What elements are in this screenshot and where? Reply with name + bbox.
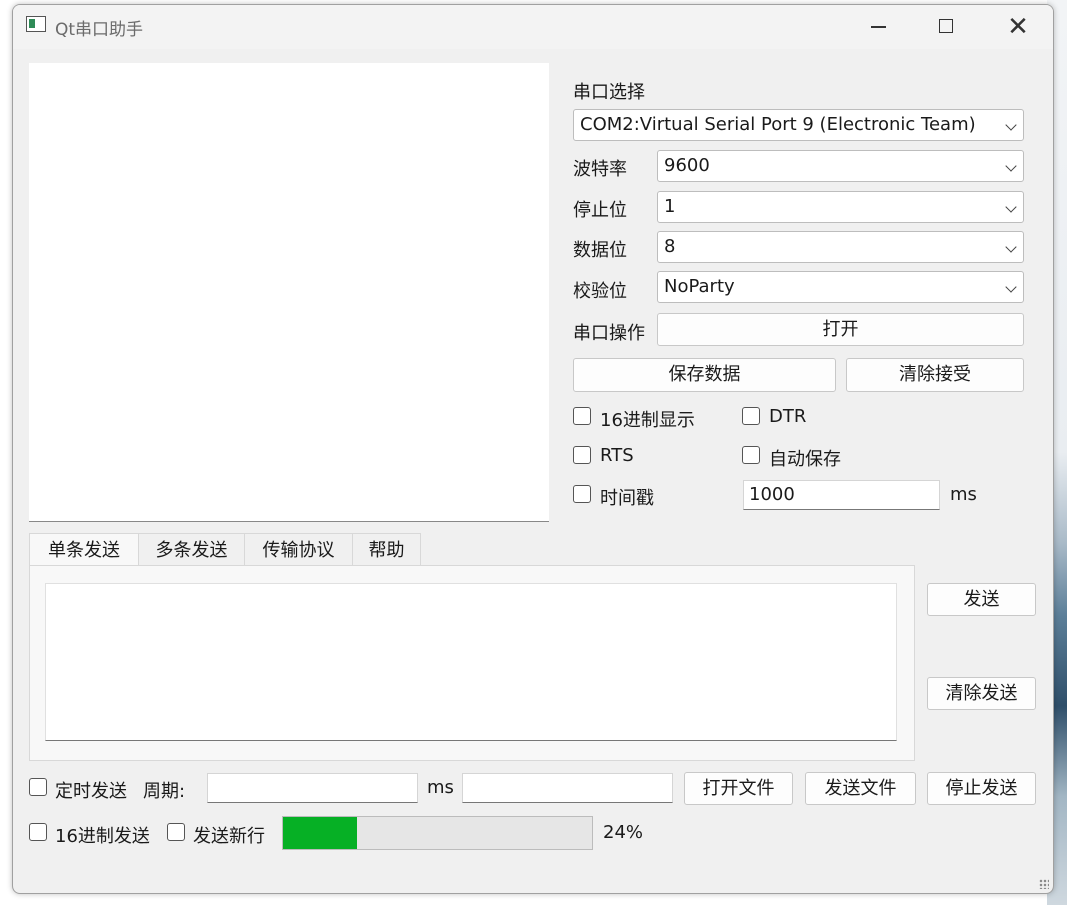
timestamp-interval-input[interactable]: 1000 <box>743 480 940 510</box>
port-select-label: 串口选择 <box>573 82 645 103</box>
file-path-input[interactable] <box>462 773 673 803</box>
timestamp-unit-label: ms <box>950 484 977 505</box>
window-title: Qt串口助手 <box>55 20 144 40</box>
auto-save-label: 自动保存 <box>769 449 841 470</box>
stop-send-button[interactable]: 停止发送 <box>927 772 1036 805</box>
maximize-button[interactable] <box>911 5 981 49</box>
hex-display-label: 16进制显示 <box>600 410 695 431</box>
clear-send-button[interactable]: 清除发送 <box>927 677 1036 710</box>
chevron-down-icon <box>1005 201 1017 213</box>
chevron-down-icon <box>1005 281 1017 293</box>
dtr-label: DTR <box>769 406 807 427</box>
timestamp-label: 时间戳 <box>600 488 654 509</box>
save-data-button[interactable]: 保存数据 <box>573 358 836 392</box>
parity-value: NoParty <box>664 276 735 297</box>
baud-value: 9600 <box>664 155 710 176</box>
send-newline-label: 发送新行 <box>193 826 265 847</box>
tab-single-send[interactable]: 单条发送 <box>29 533 139 569</box>
timed-send-checkbox[interactable] <box>29 778 47 796</box>
main-window: Qt串口助手 ✕ 串口选择 COM2:Virtual Serial Port 9… <box>12 4 1054 894</box>
chevron-down-icon <box>1005 160 1017 172</box>
rts-label: RTS <box>600 445 634 466</box>
hex-send-checkbox[interactable] <box>29 823 47 841</box>
parity-label: 校验位 <box>573 281 627 302</box>
databits-label: 数据位 <box>573 240 627 261</box>
stopbits-combobox[interactable]: 1 <box>657 191 1024 223</box>
close-button[interactable]: ✕ <box>983 5 1053 49</box>
parity-combobox[interactable]: NoParty <box>657 271 1024 303</box>
period-input[interactable] <box>207 773 418 803</box>
port-value: COM2:Virtual Serial Port 9 (Electronic T… <box>580 114 976 135</box>
baud-label: 波特率 <box>573 159 627 180</box>
tab-multi-send[interactable]: 多条发送 <box>138 533 245 567</box>
chevron-down-icon <box>1005 119 1017 131</box>
databits-value: 8 <box>664 236 676 257</box>
resize-grip-icon[interactable] <box>1039 879 1049 889</box>
tab-protocol[interactable]: 传输协议 <box>244 533 353 567</box>
hex-send-label: 16进制发送 <box>55 826 150 847</box>
clear-receive-button[interactable]: 清除接受 <box>846 358 1024 392</box>
progress-bar <box>282 816 593 850</box>
receive-textarea[interactable] <box>29 63 549 522</box>
title-bar[interactable]: Qt串口助手 ✕ <box>13 5 1053 49</box>
progress-fill <box>283 817 357 849</box>
rts-checkbox[interactable] <box>573 446 591 464</box>
open-port-button[interactable]: 打开 <box>657 313 1024 346</box>
send-file-button[interactable]: 发送文件 <box>805 772 916 805</box>
send-button[interactable]: 发送 <box>927 583 1036 616</box>
auto-save-checkbox[interactable] <box>742 446 760 464</box>
send-textarea[interactable] <box>45 583 897 741</box>
timestamp-checkbox[interactable] <box>573 485 591 503</box>
operation-label: 串口操作 <box>573 323 645 344</box>
progress-percent-label: 24% <box>603 822 644 843</box>
timed-send-label: 定时发送 <box>55 781 127 802</box>
port-combobox[interactable]: COM2:Virtual Serial Port 9 (Electronic T… <box>573 109 1024 141</box>
period-unit-label: ms <box>427 777 454 798</box>
hex-display-checkbox[interactable] <box>573 407 591 425</box>
open-file-button[interactable]: 打开文件 <box>684 772 793 805</box>
dtr-checkbox[interactable] <box>742 407 760 425</box>
chevron-down-icon <box>1005 241 1017 253</box>
minimize-button[interactable] <box>843 5 913 49</box>
tab-help[interactable]: 帮助 <box>352 533 421 567</box>
baud-combobox[interactable]: 9600 <box>657 150 1024 182</box>
period-label: 周期: <box>143 781 186 802</box>
app-icon <box>26 16 46 32</box>
databits-combobox[interactable]: 8 <box>657 231 1024 263</box>
send-newline-checkbox[interactable] <box>167 823 185 841</box>
stopbits-label: 停止位 <box>573 200 627 221</box>
stopbits-value: 1 <box>664 196 676 217</box>
